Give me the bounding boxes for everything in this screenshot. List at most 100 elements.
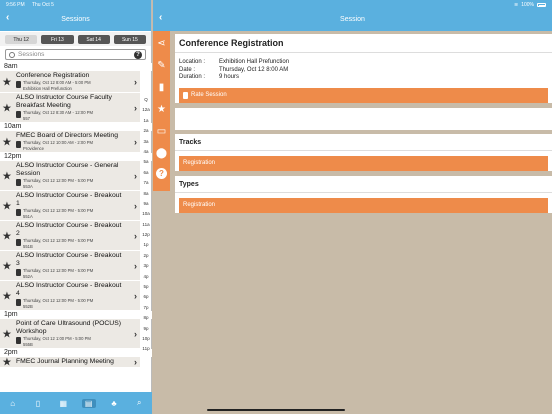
chevron-right-icon: › [134, 230, 137, 241]
search-input[interactable]: Sessions ? [5, 49, 146, 60]
chevron-right-icon: › [134, 357, 137, 367]
star-icon[interactable]: ★ [157, 102, 166, 118]
day-tab-thu[interactable]: Thu 12 [5, 35, 38, 44]
chevron-right-icon: › [134, 200, 137, 211]
day-tab-fri[interactable]: Fri 13 [41, 35, 74, 44]
hour-label: 1pm [0, 311, 152, 319]
index-item[interactable]: 6a [140, 168, 152, 178]
clipboard-icon [16, 209, 21, 216]
day-tab-sat[interactable]: Sat 14 [77, 35, 110, 44]
status-time: 9:56 PM [6, 2, 25, 8]
star-icon[interactable]: ★ [2, 229, 12, 242]
clipboard-icon [16, 141, 21, 148]
index-item[interactable]: 12a [140, 105, 152, 115]
date-label: Date : [179, 66, 196, 73]
index-item[interactable]: 10p [140, 334, 152, 344]
location-icon[interactable]: ⬤ [156, 146, 167, 162]
search-icon[interactable]: ⌕ [132, 398, 146, 408]
session-info: Location : Exhibition Hall Prefunction Da… [175, 53, 552, 85]
index-item[interactable]: 7p [140, 303, 152, 313]
star-icon[interactable]: ★ [2, 101, 12, 114]
phone-icon[interactable]: ▯ [31, 399, 45, 408]
session-meta: Thursday, Oct 12 12:00 PM - 5:00 PM 553A [16, 178, 126, 189]
index-item[interactable]: 12p [140, 230, 152, 240]
rate-session-button[interactable]: Rate Session [179, 87, 548, 103]
index-item[interactable]: 10a [140, 209, 152, 219]
session-row[interactable]: ★ FMEC Journal Planning Meeting › [0, 356, 140, 369]
day-tab-sun[interactable]: Sun 15 [113, 35, 146, 44]
session-row[interactable]: ★ Conference Registration Thursday, Oct 12… [0, 71, 140, 93]
star-icon[interactable]: ★ [2, 327, 12, 340]
clipboard-icon [16, 337, 21, 344]
session-list[interactable]: 8am ★ Conference Registration Thursday, Oct… [0, 63, 152, 385]
people-icon[interactable]: ♣ [107, 399, 121, 408]
index-item[interactable]: 5p [140, 282, 152, 292]
index-item[interactable]: 9a [140, 199, 152, 209]
track-registration-button[interactable]: Registration [179, 155, 548, 171]
chat-icon[interactable]: ▭ [157, 124, 166, 140]
help-icon[interactable]: ? [134, 50, 142, 59]
day-tabs: Thu 12 Fri 13 Sat 14 Sun 15 [0, 32, 151, 46]
session-time: Thursday, Oct 12 12:00 PM - 5:00 PM [23, 178, 94, 183]
index-item[interactable]: 11a [140, 220, 152, 230]
star-icon[interactable]: ★ [2, 259, 12, 272]
session-row[interactable]: ★ Point of Care Ultrasound (POCUS) Worksh… [0, 319, 140, 349]
help-icon[interactable]: ? [156, 168, 167, 179]
index-item[interactable]: 3a [140, 137, 152, 147]
session-title: ALSO Instructor Course Faculty Breakfast… [16, 94, 112, 109]
clipboard-icon[interactable]: ▮ [159, 80, 165, 96]
session-title: FMEC Board of Directors Meeting [16, 132, 118, 139]
tracks-section: Tracks Registration [175, 133, 552, 171]
type-registration-button[interactable]: Registration [179, 197, 548, 213]
index-item[interactable]: 9p [140, 324, 152, 334]
types-header: Types [175, 176, 552, 193]
notes-field[interactable] [175, 107, 552, 130]
index-item[interactable]: 3p [140, 261, 152, 271]
session-row[interactable]: ★ FMEC Board of Directors Meeting Thursday… [0, 131, 140, 153]
session-title: Point of Care Ultrasound (POCUS) Worksho… [16, 320, 122, 335]
star-icon[interactable]: ★ [2, 356, 12, 369]
session-meta-text: Thursday, Oct 12 8:30 AM - 12:00 PM 557 [23, 110, 93, 121]
index-item[interactable]: 4p [140, 272, 152, 282]
index-item[interactable]: 4a [140, 147, 152, 157]
session-row[interactable]: ★ ALSO Instructor Course - Breakout 3 Thur… [0, 251, 140, 281]
chevron-right-icon: › [134, 102, 137, 113]
index-item[interactable]: 1a [140, 116, 152, 126]
session-row[interactable]: ★ ALSO Instructor Course - General Sessio… [0, 161, 140, 191]
star-icon[interactable]: ★ [2, 75, 12, 88]
star-icon[interactable]: ★ [2, 135, 12, 148]
session-meta: Thursday, Oct 12 8:00 AM - 5:00 PM Exhibi… [16, 80, 126, 91]
bottom-tab-bar: ⌂ ▯ ▦ ▤ ♣ ⌕ [0, 392, 152, 414]
date-value: Thursday, Oct 12 8:00 AM [219, 66, 289, 73]
session-row[interactable]: ★ ALSO Instructor Course - Breakout 4 Thur… [0, 281, 140, 311]
star-icon[interactable]: ★ [2, 169, 12, 182]
session-row[interactable]: ★ ALSO Instructor Course Faculty Breakfas… [0, 93, 140, 123]
index-item[interactable]: 7a [140, 178, 152, 188]
index-item[interactable]: 11p [140, 344, 152, 354]
session-row[interactable]: ★ ALSO Instructor Course - Breakout 2 Thur… [0, 221, 140, 251]
hour-label: 2pm [0, 349, 152, 357]
home-icon[interactable]: ⌂ [6, 399, 20, 408]
index-item[interactable]: 5a [140, 157, 152, 167]
index-item[interactable]: 2p [140, 251, 152, 261]
star-icon[interactable]: ★ [2, 199, 12, 212]
session-meta-text: Thursday, Oct 12 12:00 PM - 5:00 PM 552A [23, 268, 93, 279]
time-index-bar[interactable]: Q 12a 1a 2a 3a 4a 5a 6a 7a 8a 9a 10a 11a 12p 1p 2p 3p 4p 5… [140, 95, 152, 351]
session-header-title: Session [340, 16, 365, 23]
session-row[interactable]: ★ ALSO Instructor Course - Breakout 1 Thur… [0, 191, 140, 221]
calendar-icon[interactable]: ▤ [81, 398, 96, 408]
edit-icon[interactable]: ✎ [157, 58, 165, 74]
index-item[interactable]: 1p [140, 240, 152, 250]
index-item[interactable]: 8p [140, 313, 152, 323]
star-icon[interactable]: ★ [2, 289, 12, 302]
index-item[interactable]: 2a [140, 126, 152, 136]
index-item[interactable]: Q [140, 95, 152, 105]
index-item[interactable]: 6p [140, 292, 152, 302]
grid-icon[interactable]: ▦ [56, 399, 70, 408]
session-title: ALSO Instructor Course - Breakout 1 [16, 192, 122, 207]
index-item[interactable]: 8a [140, 189, 152, 199]
share-icon[interactable]: ⋖ [157, 36, 165, 52]
session-time: Thursday, Oct 12 8:30 AM - 12:00 PM [23, 110, 93, 115]
battery-percent: 100% [521, 2, 534, 8]
chevron-right-icon: › [134, 328, 137, 339]
